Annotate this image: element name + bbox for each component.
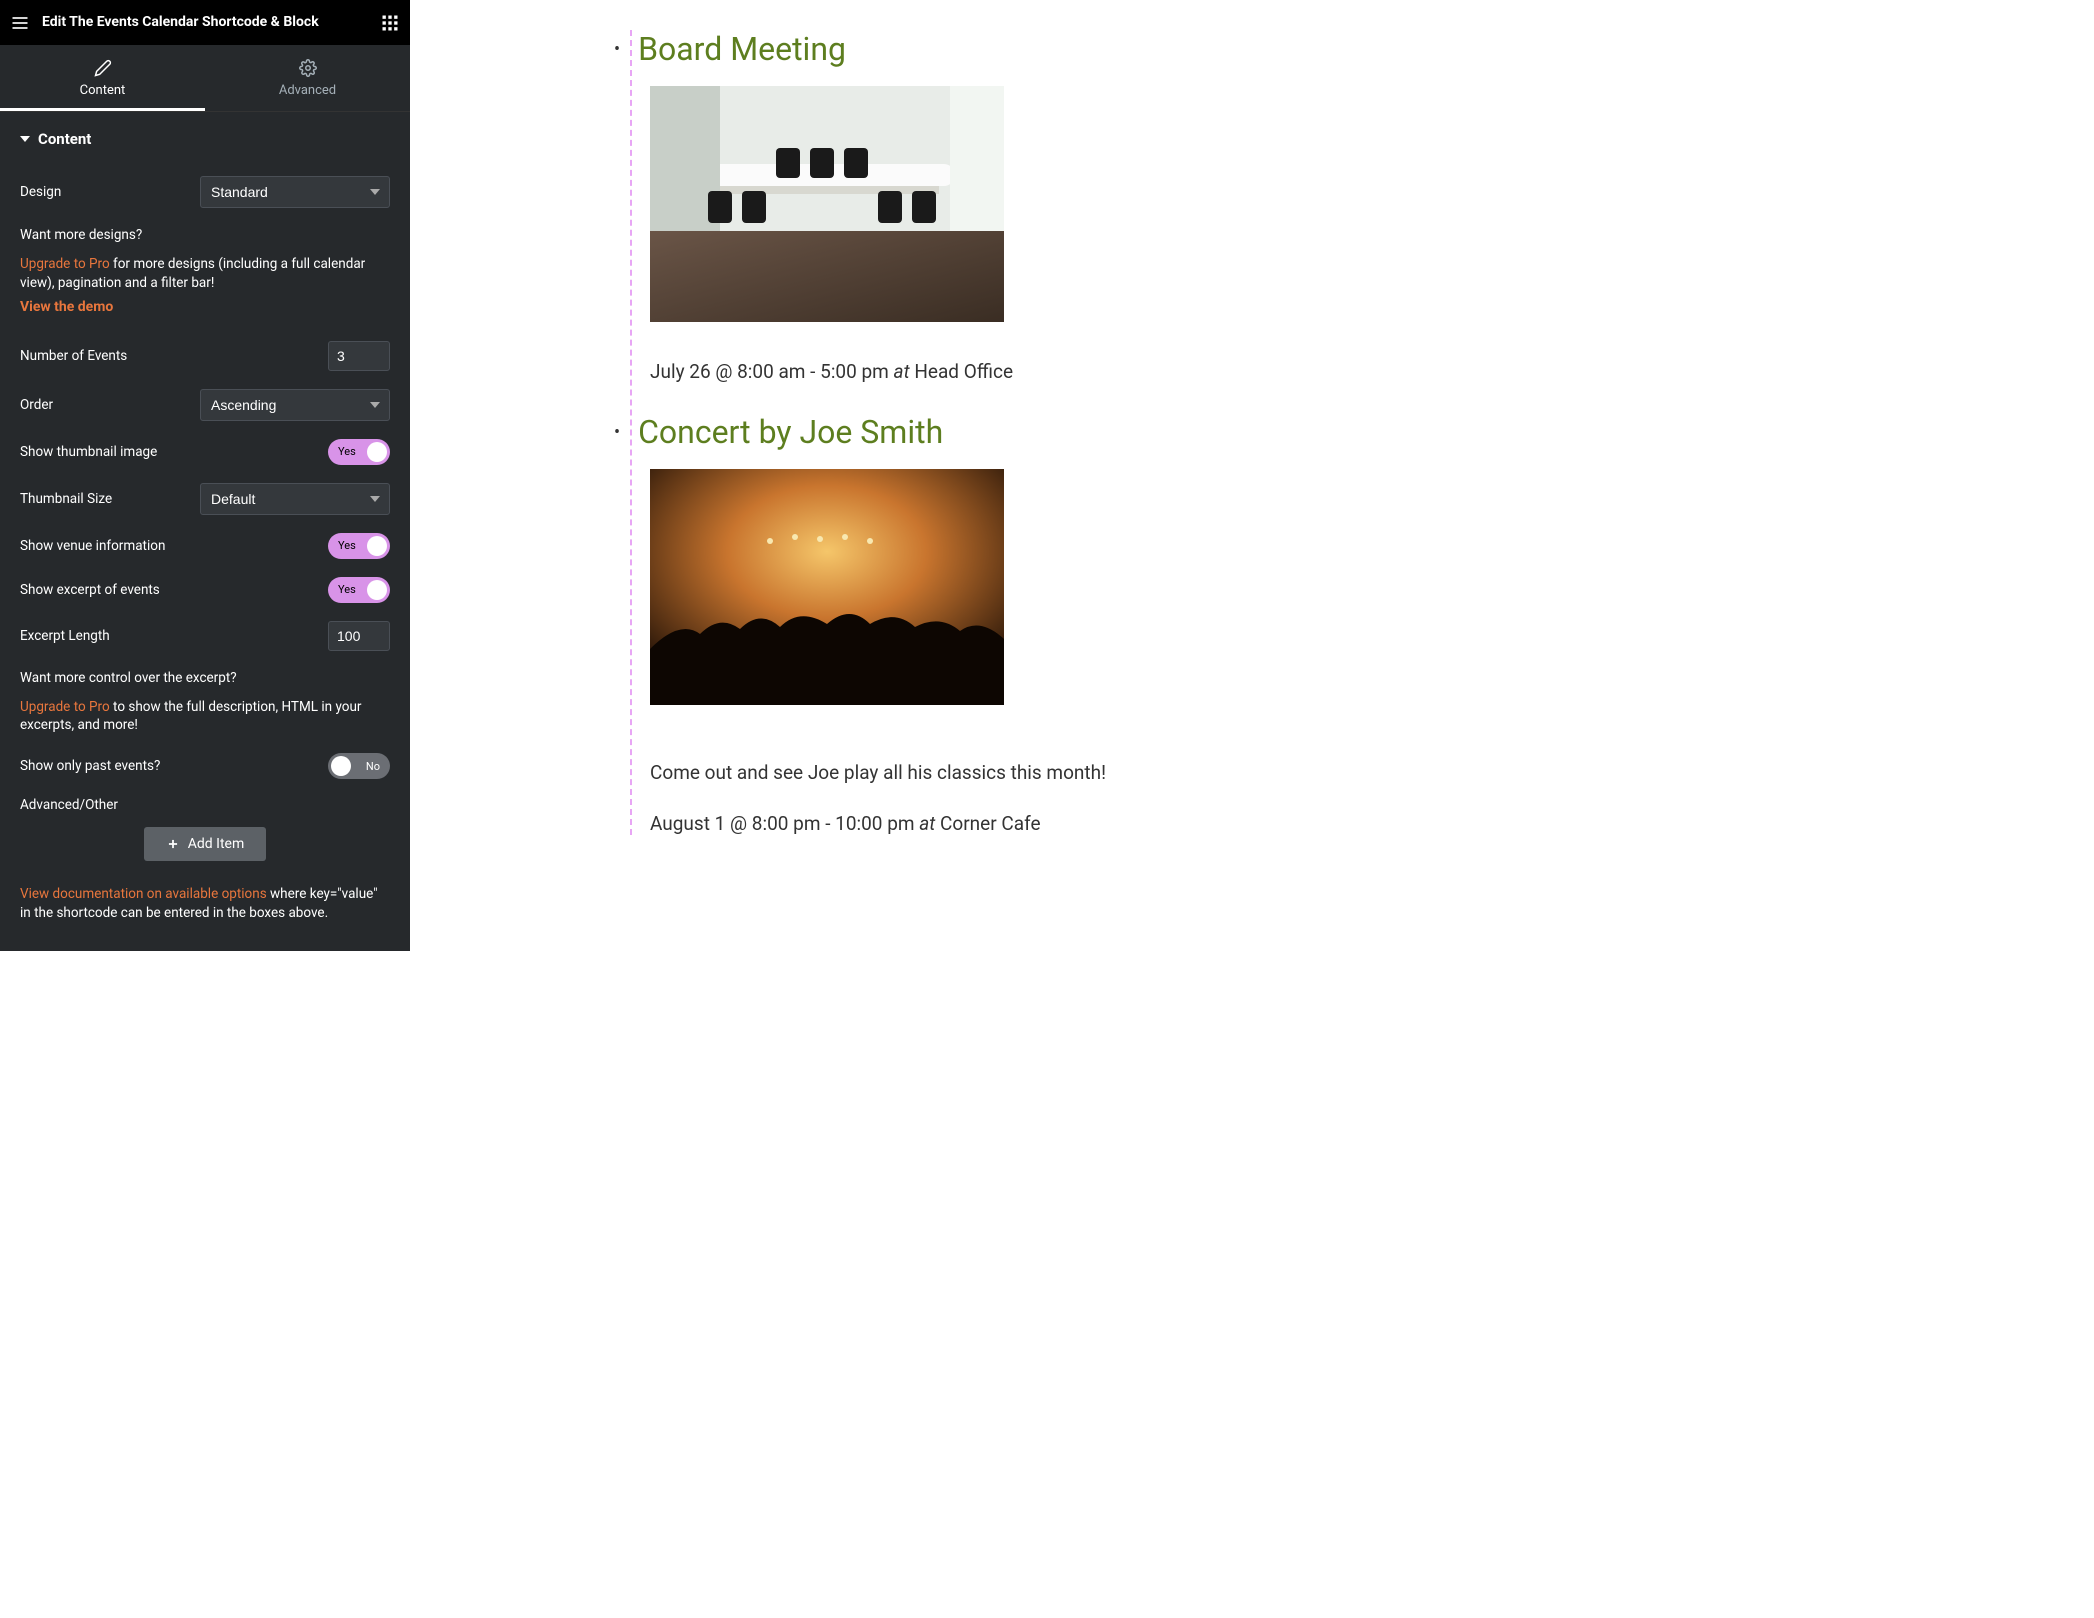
section-title: Content	[38, 130, 91, 148]
tab-advanced-label: Advanced	[205, 83, 410, 98]
venue-toggle-label: Show venue information	[20, 538, 165, 554]
tab-advanced[interactable]: Advanced	[205, 45, 410, 111]
event-description: Come out and see Joe play all his classi…	[650, 761, 1209, 784]
upgrade-hint: Upgrade to Pro for more designs (includi…	[20, 255, 390, 293]
view-demo-link[interactable]: View the demo	[20, 299, 113, 315]
panel-title: Edit The Events Calendar Shortcode & Blo…	[42, 14, 380, 31]
excerpt-upgrade-hint: Upgrade to Pro to show the full descript…	[20, 698, 390, 736]
design-select[interactable]: Standard	[200, 176, 390, 208]
tabs: Content Advanced	[0, 45, 410, 112]
thumbnail-toggle-label: Show thumbnail image	[20, 444, 157, 460]
panel-header: Edit The Events Calendar Shortcode & Blo…	[0, 0, 410, 45]
apps-grid-icon[interactable]	[380, 13, 400, 33]
excerpt-length-input[interactable]	[328, 621, 390, 651]
add-item-button[interactable]: Add Item	[144, 827, 267, 861]
event-title[interactable]: Board Meeting	[650, 30, 1209, 68]
event-thumbnail	[650, 86, 1004, 322]
thumbnail-toggle[interactable]: Yes	[328, 439, 390, 465]
num-events-label: Number of Events	[20, 348, 127, 364]
order-label: Order	[20, 397, 53, 413]
tab-content[interactable]: Content	[0, 45, 205, 111]
documentation-link[interactable]: View documentation on available options	[20, 886, 267, 902]
upgrade-pro-link[interactable]: Upgrade to Pro	[20, 256, 110, 272]
caret-down-icon	[20, 136, 30, 142]
preview-canvas[interactable]: Board Meeting July 26 @ 8:00 am - 5:00 p…	[410, 0, 1229, 951]
upsell-designs-label: Want more designs?	[20, 226, 390, 245]
thumbnail-size-select[interactable]: Default	[200, 483, 390, 515]
design-label: Design	[20, 184, 61, 200]
event-meta: July 26 @ 8:00 am - 5:00 pm at Head Offi…	[650, 360, 1209, 383]
venue-toggle[interactable]: Yes	[328, 533, 390, 559]
tab-content-label: Content	[0, 83, 205, 98]
excerpt-length-label: Excerpt Length	[20, 628, 110, 644]
menu-icon[interactable]	[10, 13, 30, 33]
advanced-other-label: Advanced/Other	[20, 797, 390, 813]
event-title[interactable]: Concert by Joe Smith	[650, 413, 1209, 451]
past-events-label: Show only past events?	[20, 758, 160, 774]
section-header[interactable]: Content	[20, 112, 390, 158]
excerpt-toggle[interactable]: Yes	[328, 577, 390, 603]
excerpt-toggle-label: Show excerpt of events	[20, 582, 160, 598]
event-item: Board Meeting July 26 @ 8:00 am - 5:00 p…	[650, 30, 1209, 383]
excerpt-control-label: Want more control over the excerpt?	[20, 669, 390, 688]
past-events-toggle[interactable]: No	[328, 753, 390, 779]
num-events-input[interactable]	[328, 341, 390, 371]
event-thumbnail	[650, 469, 1004, 705]
documentation-hint: View documentation on available options …	[20, 885, 390, 923]
upgrade-pro-link-2[interactable]: Upgrade to Pro	[20, 699, 110, 715]
event-meta: August 1 @ 8:00 pm - 10:00 pm at Corner …	[650, 812, 1209, 835]
event-item: Concert by Joe Smith Come out and see Jo…	[650, 413, 1209, 835]
thumbnail-size-label: Thumbnail Size	[20, 491, 112, 507]
order-select[interactable]: Ascending	[200, 389, 390, 421]
